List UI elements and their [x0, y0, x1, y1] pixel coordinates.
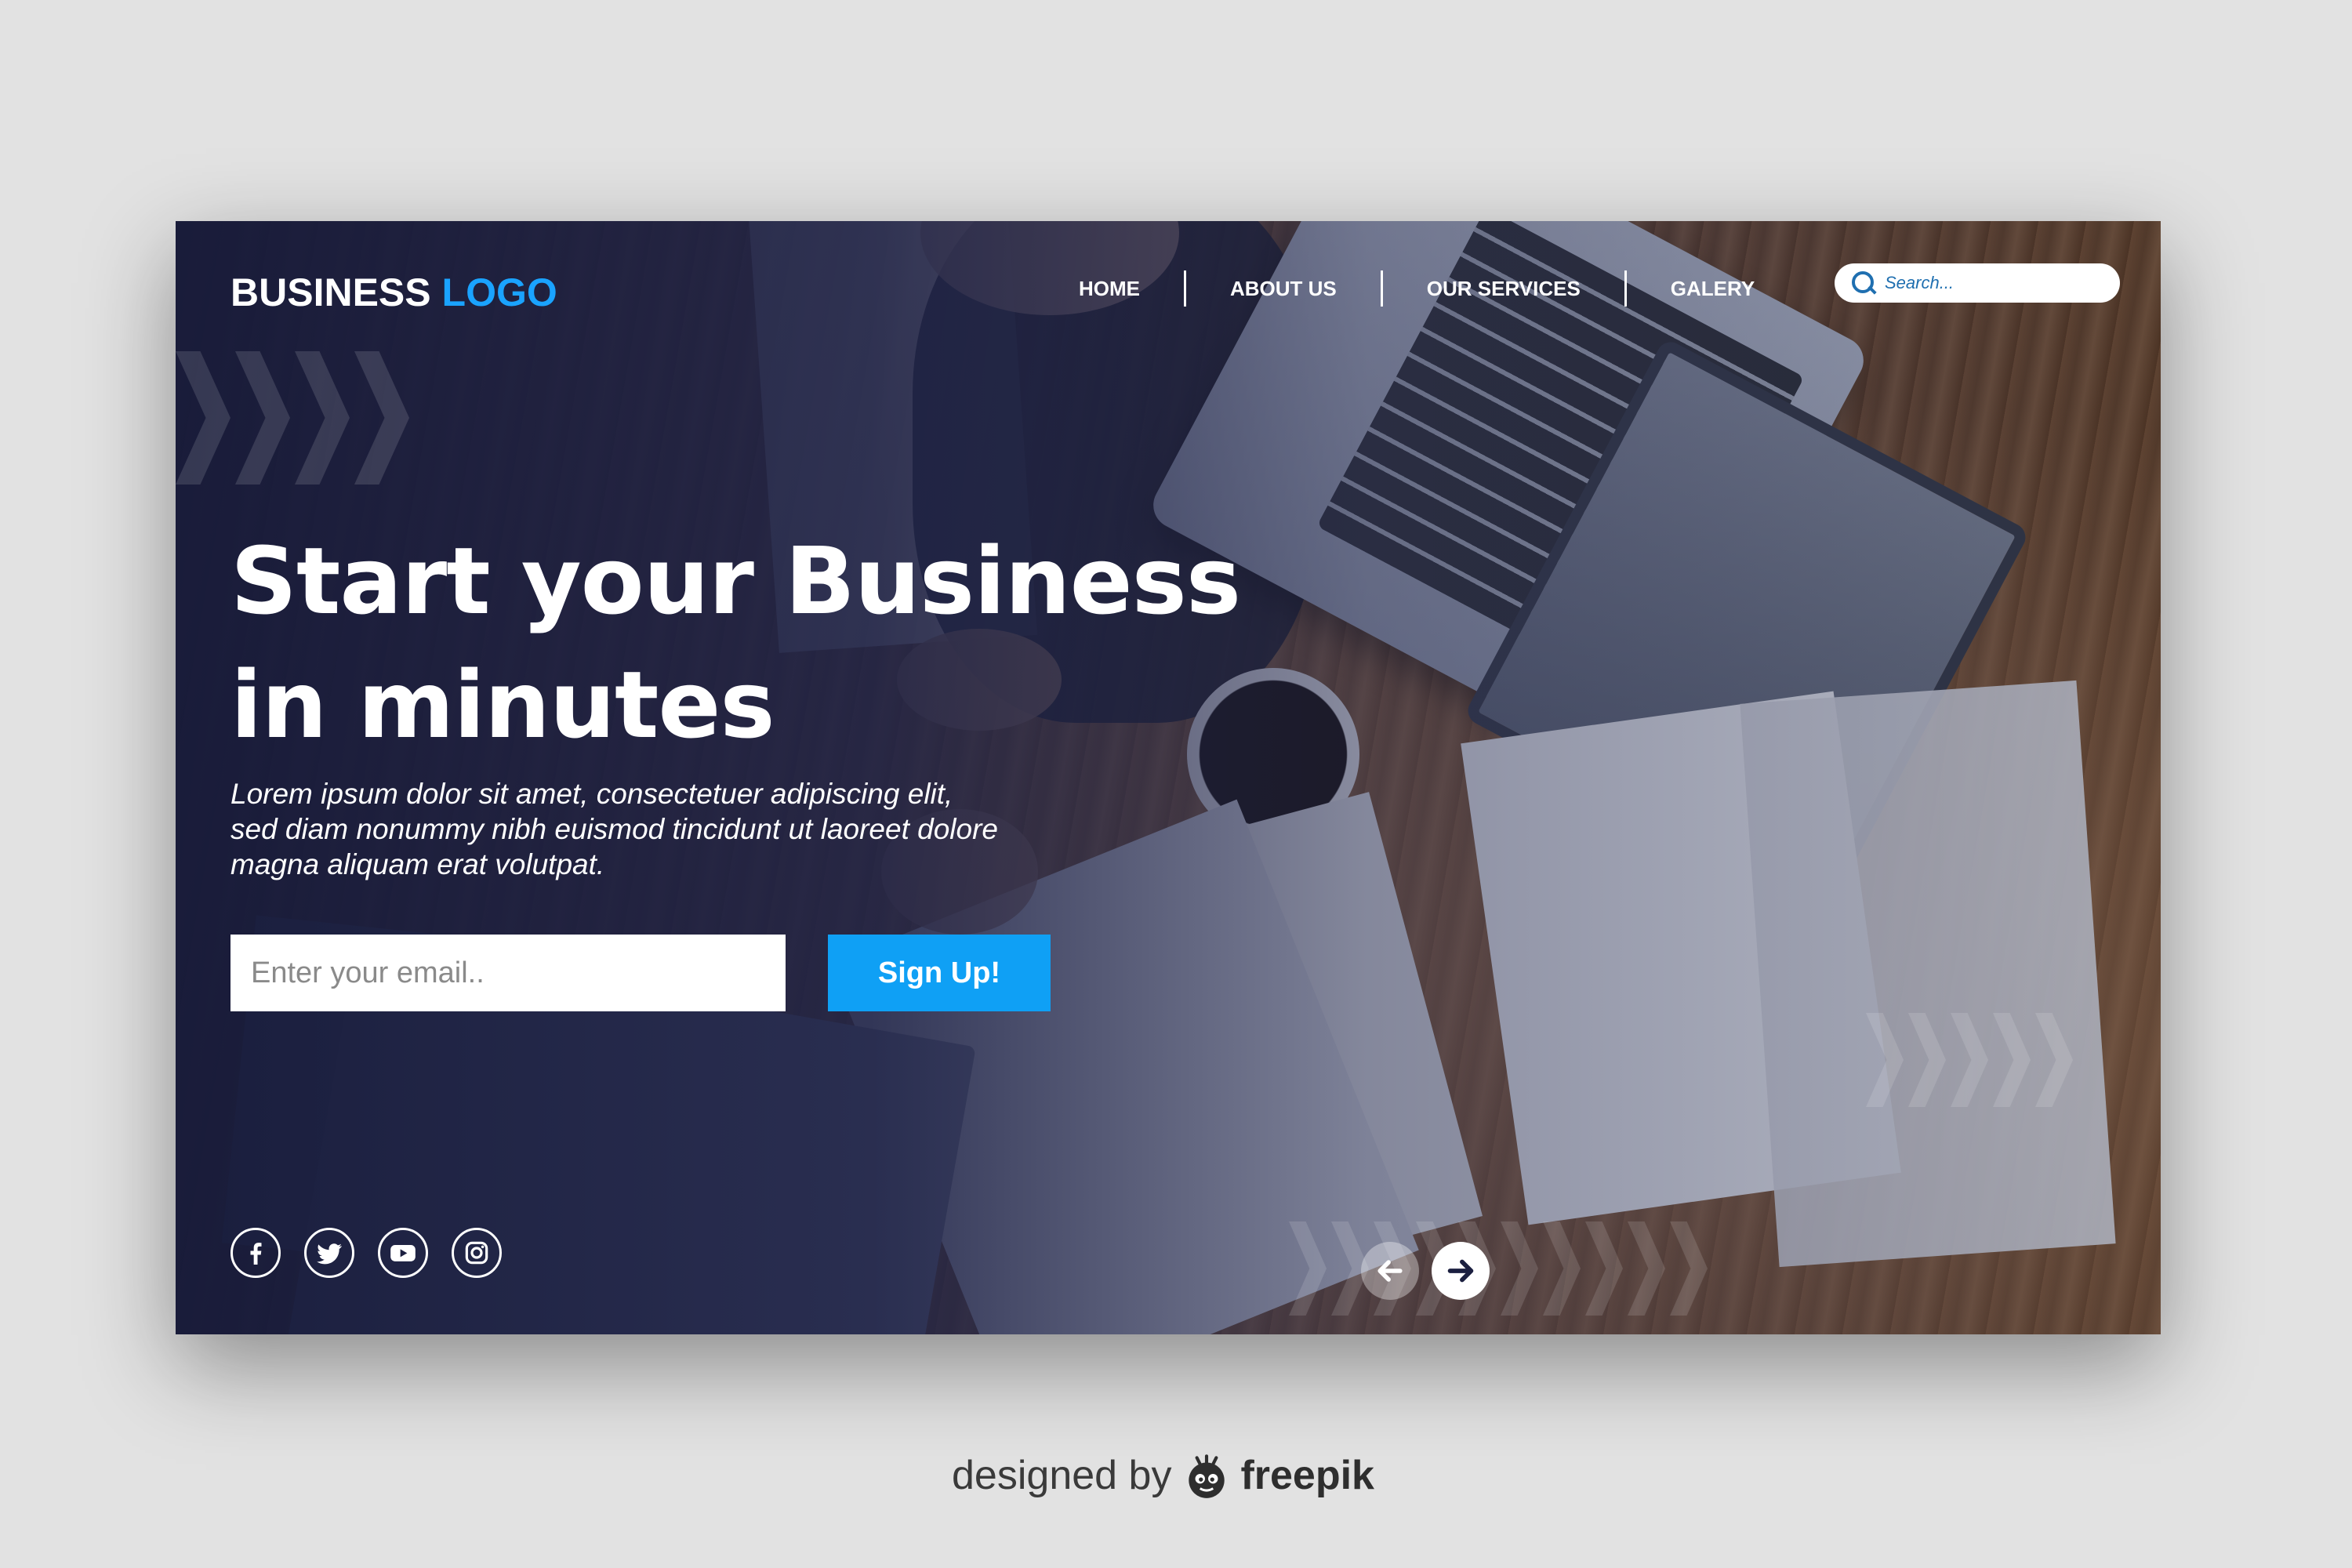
chevron-icon: [1289, 1221, 1327, 1316]
chevron-decoration: [176, 351, 409, 485]
chevron-icon: [1993, 1013, 2031, 1107]
hero-description: Lorem ipsum dolor sit amet, consectetuer…: [230, 778, 999, 880]
chevron-icon: [295, 351, 350, 485]
nav-item-galery[interactable]: GALERY: [1627, 268, 1798, 309]
chevron-icon: [1951, 1013, 1988, 1107]
chevron-icon: [176, 351, 230, 485]
chevron-icon: [1585, 1221, 1623, 1316]
logo-word-logo: LOGO: [441, 270, 557, 314]
slider-next-button[interactable]: [1432, 1242, 1490, 1300]
credit-text: designed by: [952, 1453, 1172, 1498]
credit-brand: freepik: [1240, 1453, 1374, 1498]
facebook-icon[interactable]: [230, 1228, 281, 1278]
nav-item-about-us[interactable]: ABOUT US: [1186, 268, 1381, 309]
chevron-icon: [1866, 1013, 1904, 1107]
sign-up-button[interactable]: Sign Up!: [828, 935, 1051, 1011]
arrow-left-icon: [1377, 1260, 1403, 1282]
twitter-icon[interactable]: [304, 1228, 354, 1278]
chevron-icon: [1501, 1221, 1538, 1316]
main-nav: HOME ABOUT US OUR SERVICES GALERY: [1035, 268, 1798, 309]
search-input[interactable]: [1883, 272, 2106, 294]
slider-prev-button[interactable]: [1361, 1242, 1419, 1300]
chevron-decoration: [1289, 1221, 1708, 1316]
chevron-icon: [1628, 1221, 1665, 1316]
business-logo[interactable]: BUSINESS LOGO: [230, 270, 557, 315]
chevron-icon: [235, 351, 290, 485]
chevron-icon: [1543, 1221, 1581, 1316]
arrow-right-icon: [1447, 1259, 1474, 1283]
email-input[interactable]: [230, 935, 786, 1011]
freepik-logo-icon: [1189, 1454, 1225, 1498]
hero-headline: Start your Business in minutes: [230, 519, 1241, 767]
chevron-decoration: [1866, 1013, 2073, 1107]
social-links: [230, 1228, 502, 1278]
instagram-icon[interactable]: [452, 1228, 502, 1278]
logo-word-business: BUSINESS: [230, 270, 431, 314]
hero-headline-line2: in minutes: [230, 651, 775, 759]
chevron-icon: [1908, 1013, 1946, 1107]
landing-page-card: BUSINESS LOGO HOME ABOUT US OUR SERVICES…: [176, 221, 2161, 1334]
chevron-icon: [1670, 1221, 1708, 1316]
search-bar[interactable]: [1835, 263, 2120, 303]
nav-item-home[interactable]: HOME: [1035, 268, 1184, 309]
chevron-icon: [2035, 1013, 2073, 1107]
chevron-icon: [354, 351, 409, 485]
freepik-credit: designed by freepik: [952, 1444, 1374, 1507]
search-icon[interactable]: [1850, 270, 1877, 296]
hero-headline-line1: Start your Business: [230, 527, 1241, 635]
nav-item-our-services[interactable]: OUR SERVICES: [1383, 268, 1624, 309]
youtube-icon[interactable]: [378, 1228, 428, 1278]
